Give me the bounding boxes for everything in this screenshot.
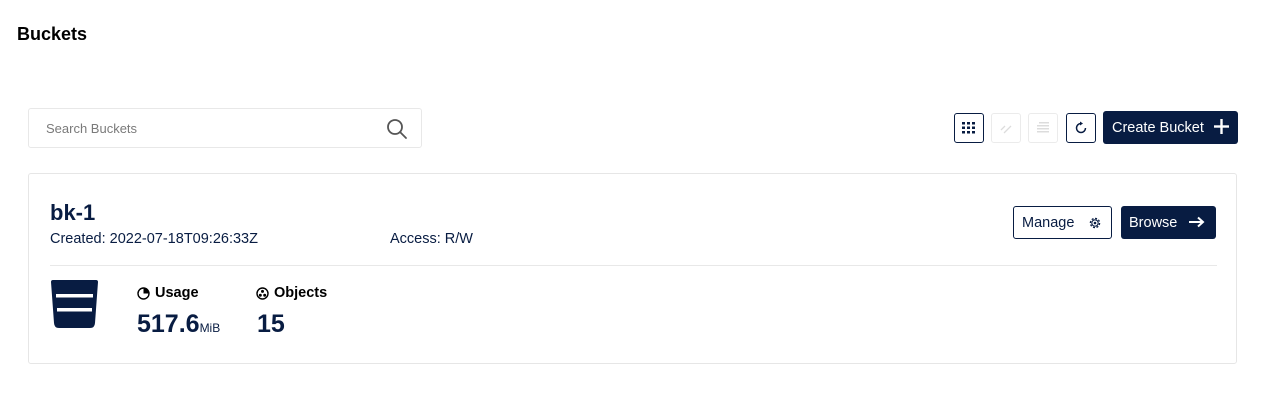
list-view-button[interactable] (954, 113, 984, 143)
objects-value: 15 (257, 310, 285, 338)
objects-icon (256, 286, 269, 300)
refresh-button[interactable] (1066, 113, 1096, 143)
search-icon[interactable] (386, 118, 408, 140)
manage-button[interactable]: Manage (1013, 206, 1112, 239)
bucket-card[interactable]: bk-1 Created: 2022-07-18T09:26:33Z Acces… (28, 173, 1237, 364)
bucket-access: Access: R/W (390, 231, 473, 247)
usage-heading: Usage (137, 285, 199, 301)
objects-heading: Objects (256, 285, 327, 301)
usage-pie-icon (137, 286, 150, 300)
usage-number: 517.6 (137, 310, 200, 338)
bulk-delete-button[interactable] (1028, 113, 1058, 143)
replicate-icon (1000, 125, 1012, 134)
gear-icon (1089, 217, 1101, 229)
usage-label: Usage (155, 285, 199, 301)
objects-label: Objects (274, 285, 328, 301)
refresh-icon (1075, 121, 1087, 134)
bucket-icon (51, 280, 98, 328)
manage-label: Manage (1022, 214, 1075, 231)
bucket-name[interactable]: bk-1 (50, 200, 95, 226)
main-content: Create Bucket bk-1 Created: 2022-07-18T0… (0, 74, 1271, 409)
grid-icon (962, 122, 975, 134)
usage-unit: MiB (199, 321, 221, 335)
browse-button[interactable]: Browse (1121, 206, 1216, 239)
page-header: Buckets (0, 0, 1271, 74)
create-bucket-button[interactable]: Create Bucket (1103, 111, 1238, 144)
multi-select-icon (1037, 122, 1049, 133)
plus-icon (1214, 119, 1229, 134)
card-divider (50, 265, 1217, 266)
replication-button[interactable] (991, 113, 1021, 143)
browse-label: Browse (1129, 214, 1178, 231)
create-bucket-label: Create Bucket (1112, 119, 1204, 136)
arrow-right-icon (1189, 216, 1205, 228)
usage-value: 517.6MiB (137, 310, 220, 339)
search-box (28, 108, 422, 148)
search-input[interactable] (29, 109, 379, 147)
bucket-created: Created: 2022-07-18T09:26:33Z (50, 231, 258, 247)
page-title: Buckets (17, 24, 88, 44)
